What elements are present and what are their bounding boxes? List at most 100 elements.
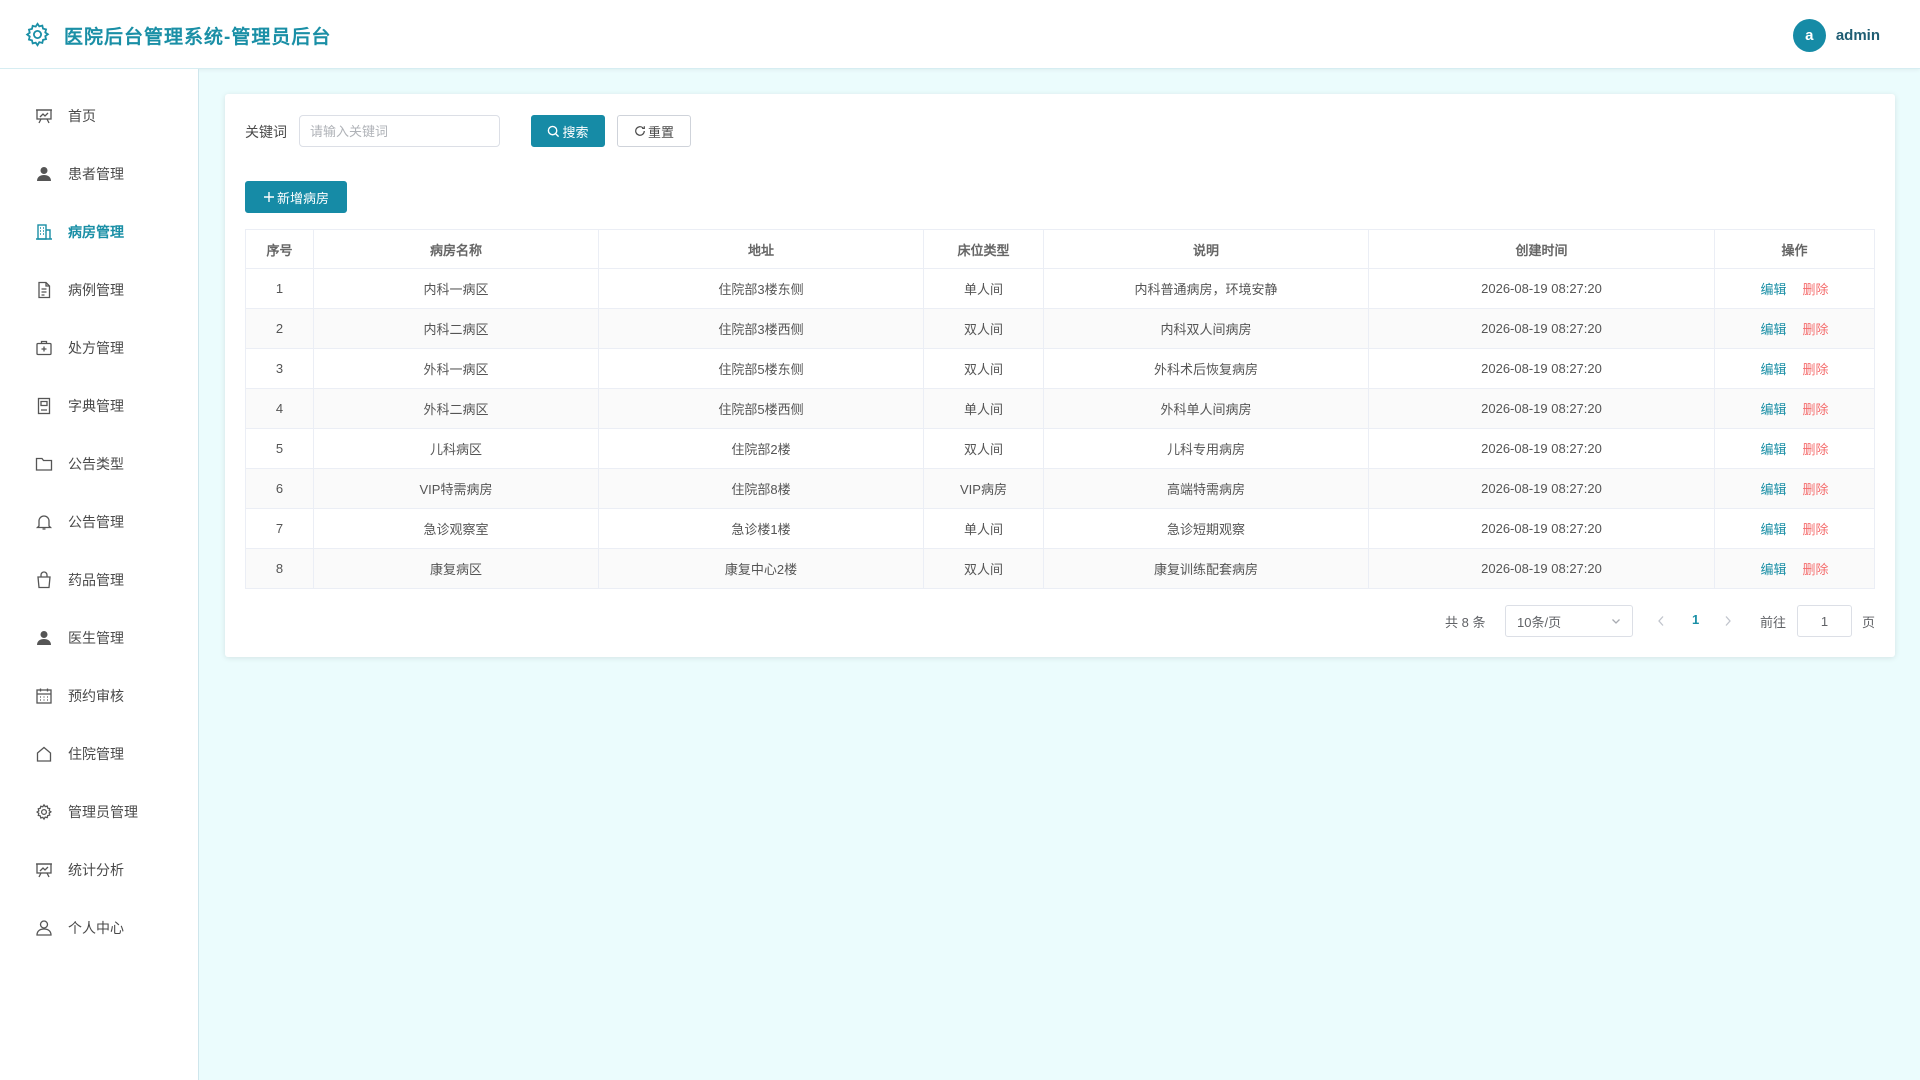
table-actions-cell: 编辑 删除 xyxy=(1714,428,1875,469)
sidebar-item-cases[interactable]: 病例管理 xyxy=(0,265,198,315)
table-cell: 2 xyxy=(245,308,314,349)
sidebar-item-hospitalization[interactable]: 住院管理 xyxy=(0,729,198,779)
sidebar-item-label: 预约审核 xyxy=(68,688,124,704)
table-cell: 单人间 xyxy=(923,388,1044,429)
sidebar-item-profile[interactable]: 个人中心 xyxy=(0,903,198,953)
edit-button[interactable]: 编辑 xyxy=(1760,562,1786,577)
sidebar-item-admins[interactable]: 管理员管理 xyxy=(0,787,198,837)
edit-button[interactable]: 编辑 xyxy=(1760,522,1786,537)
page-suffix-label: 页 xyxy=(1862,615,1876,630)
notebook-icon xyxy=(37,397,51,415)
sidebar-item-notice-types[interactable]: 公告类型 xyxy=(0,439,198,489)
edit-button[interactable]: 编辑 xyxy=(1760,282,1786,297)
table-row: 6 VIP特需病房 住院部8楼 VIP病房 高端特需病房 2026-08-19 08:27… xyxy=(245,468,1875,509)
delete-button[interactable]: 删除 xyxy=(1803,522,1829,537)
sidebar-item-medicines[interactable]: 药品管理 xyxy=(0,555,198,605)
sidebar-item-prescriptions[interactable]: 处方管理 xyxy=(0,323,198,373)
table-cell: 2026-08-19 08:27:20 xyxy=(1368,308,1715,349)
delete-button[interactable]: 删除 xyxy=(1803,562,1829,577)
edit-button[interactable]: 编辑 xyxy=(1760,322,1786,337)
goto-label: 前往 xyxy=(1760,615,1787,630)
table-cell: 5 xyxy=(245,428,314,469)
edit-button[interactable]: 编辑 xyxy=(1760,482,1786,497)
delete-button[interactable]: 删除 xyxy=(1803,362,1829,377)
table-row: 4 外科二病区 住院部5楼西侧 单人间 外科单人间病房 2026-08-19 08:27:… xyxy=(245,388,1875,429)
table-cell: VIP特需病房 xyxy=(313,468,599,509)
sidebar-item-dictionary[interactable]: 字典管理 xyxy=(0,381,198,431)
edit-button[interactable]: 编辑 xyxy=(1760,362,1786,377)
chevron-left-icon[interactable] xyxy=(1655,614,1667,628)
table-cell: 住院部8楼 xyxy=(598,468,924,509)
column-header: 创建时间 xyxy=(1368,229,1715,269)
table-cell: 单人间 xyxy=(923,508,1044,549)
table-cell: 内科双人间病房 xyxy=(1043,308,1369,349)
table-actions-cell: 编辑 删除 xyxy=(1714,468,1875,509)
sidebar-item-label: 患者管理 xyxy=(68,166,124,182)
chevron-right-icon[interactable] xyxy=(1722,614,1734,628)
table-cell: 康复病区 xyxy=(313,548,599,589)
table-cell: 7 xyxy=(245,508,314,549)
user-name[interactable]: admin xyxy=(1836,27,1880,44)
table-cell: 2026-08-19 08:27:20 xyxy=(1368,388,1715,429)
top-header: 医院后台管理系统-管理员后台 a admin xyxy=(0,0,1920,69)
column-header: 操作 xyxy=(1714,229,1875,269)
delete-button[interactable]: 删除 xyxy=(1803,482,1829,497)
user-menu[interactable]: a admin xyxy=(1792,18,1880,52)
delete-button[interactable]: 删除 xyxy=(1803,442,1829,457)
table-cell: 8 xyxy=(245,548,314,589)
chevron-down-icon xyxy=(1612,619,1620,624)
column-header: 说明 xyxy=(1043,229,1369,269)
page-number-current[interactable]: 1 xyxy=(1692,612,1699,627)
column-header: 地址 xyxy=(598,229,924,269)
column-header: 床位类型 xyxy=(923,229,1044,269)
table-actions-cell: 编辑 删除 xyxy=(1714,388,1875,429)
table-cell: 2026-08-19 08:27:20 xyxy=(1368,348,1715,389)
table-actions-cell: 编辑 删除 xyxy=(1714,508,1875,549)
table-cell: 住院部2楼 xyxy=(598,428,924,469)
delete-button[interactable]: 删除 xyxy=(1803,322,1829,337)
goto-page-input[interactable] xyxy=(1797,605,1852,637)
reset-button-label: 重置 xyxy=(647,124,674,140)
table-cell: 儿科专用病房 xyxy=(1043,428,1369,469)
sidebar-item-label: 首页 xyxy=(68,108,96,124)
refresh-icon xyxy=(635,126,645,136)
table-actions-cell: 编辑 删除 xyxy=(1714,548,1875,589)
table-cell: 2026-08-19 08:27:20 xyxy=(1368,468,1715,509)
table-cell: 双人间 xyxy=(923,308,1044,349)
sidebar-item-appointments[interactable]: 预约审核 xyxy=(0,671,198,721)
column-header: 病房名称 xyxy=(313,229,599,269)
add-ward-button[interactable]: 新增病房 xyxy=(245,181,347,213)
sidebar-item-patients[interactable]: 患者管理 xyxy=(0,149,198,199)
sidebar-item-doctors[interactable]: 医生管理 xyxy=(0,613,198,663)
table-cell: 6 xyxy=(245,468,314,509)
table-cell: 外科术后恢复病房 xyxy=(1043,348,1369,389)
table-row: 7 急诊观察室 急诊楼1楼 单人间 急诊短期观察 2026-08-19 08:27:20 编… xyxy=(245,508,1875,549)
search-button[interactable]: 搜索 xyxy=(531,115,605,147)
table-cell: 急诊短期观察 xyxy=(1043,508,1369,549)
page-size-select[interactable]: 10条/页 xyxy=(1505,605,1633,637)
edit-button[interactable]: 编辑 xyxy=(1760,402,1786,417)
building-icon xyxy=(36,224,52,240)
avatar[interactable]: a xyxy=(1792,18,1826,52)
sidebar-item-statistics[interactable]: 统计分析 xyxy=(0,845,198,895)
delete-button[interactable]: 删除 xyxy=(1803,402,1829,417)
document-icon xyxy=(38,281,51,299)
search-input[interactable] xyxy=(299,115,500,147)
sidebar-item-home[interactable]: 首页 xyxy=(0,91,198,141)
sidebar-item-notices[interactable]: 公告管理 xyxy=(0,497,198,547)
table-cell: 康复中心2楼 xyxy=(598,548,924,589)
table-cell: 1 xyxy=(245,268,314,309)
reset-button[interactable]: 重置 xyxy=(617,115,691,147)
sidebar-item-wards[interactable]: 病房管理 xyxy=(0,207,198,257)
search-button-label: 搜索 xyxy=(562,124,589,140)
sidebar-item-label: 处方管理 xyxy=(68,340,124,356)
table-cell: 内科二病区 xyxy=(313,308,599,349)
search-icon xyxy=(548,125,560,137)
edit-button[interactable]: 编辑 xyxy=(1760,442,1786,457)
delete-button[interactable]: 删除 xyxy=(1803,282,1829,297)
table-actions-cell: 编辑 删除 xyxy=(1714,268,1875,309)
table-cell: 内科普通病房，环境安静 xyxy=(1043,268,1369,309)
table-cell: 住院部5楼西侧 xyxy=(598,388,924,429)
house-icon xyxy=(36,746,52,762)
table-cell: 康复训练配套病房 xyxy=(1043,548,1369,589)
